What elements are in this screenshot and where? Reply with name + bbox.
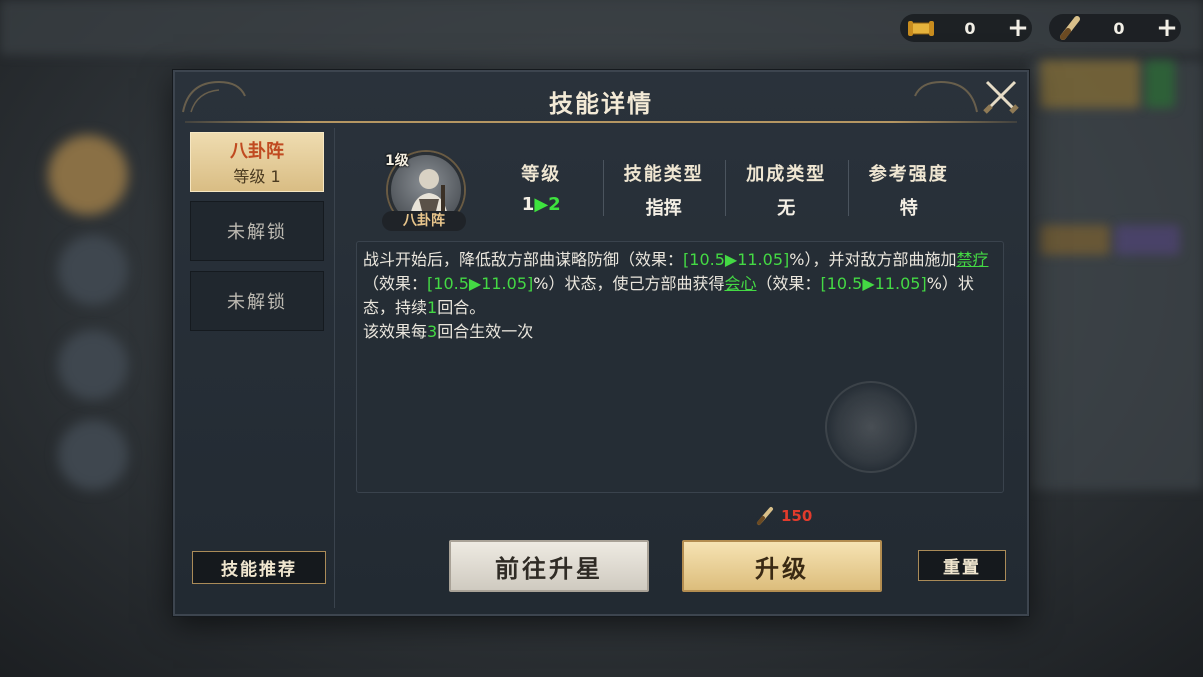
- stat-level: 等级 1▶2: [480, 160, 603, 218]
- desc-text: 战斗开始后，降低敌方部曲谋略防御（效果：: [363, 250, 684, 269]
- skill-detail-dialog: 技能详情 八卦阵 等级 1 未解锁 未解锁 技能推荐 1级 八卦阵 等级 1▶2…: [173, 70, 1029, 616]
- desc-text: 回合生效一次: [437, 322, 534, 341]
- background-highlight: [1115, 225, 1180, 255]
- stat-label: 参考强度: [868, 164, 949, 185]
- background-avatar: [58, 330, 128, 400]
- skill-tab-name: 未解锁: [227, 222, 287, 243]
- desc-value: [10.5▶11.05]: [820, 274, 927, 293]
- skill-tab-level: 等级 1: [233, 167, 281, 186]
- skill-tab-list: 八卦阵 等级 1 未解锁 未解锁: [185, 128, 335, 608]
- bagua-watermark-icon: [825, 381, 917, 473]
- stat-value: 无: [777, 198, 796, 219]
- level-arrow: ▶: [534, 194, 549, 215]
- close-icon: [983, 80, 1019, 114]
- stat-label: 加成类型: [746, 164, 827, 185]
- stat-reference-strength: 参考强度 特: [847, 160, 971, 219]
- stat-skill-type: 技能类型 指挥: [602, 160, 726, 219]
- skill-tab-name: 八卦阵: [230, 141, 284, 162]
- resource-brush: 0 +: [1049, 14, 1181, 42]
- close-button[interactable]: [981, 76, 1021, 116]
- upgrade-button[interactable]: 升级: [682, 540, 882, 592]
- background-avatar: [48, 135, 128, 215]
- go-star-up-button[interactable]: 前往升星: [449, 540, 649, 592]
- portrait-level: 1级: [385, 153, 409, 169]
- desc-text: （效果：: [756, 274, 821, 293]
- skill-tab-locked[interactable]: 未解锁: [190, 271, 324, 331]
- background-panel: [1030, 60, 1203, 490]
- desc-value: [10.5▶11.05]: [427, 274, 534, 293]
- skill-recommend-button[interactable]: 技能推荐: [192, 551, 326, 584]
- desc-keyword-link[interactable]: 禁疗: [956, 250, 988, 269]
- title-divider: [185, 121, 1017, 123]
- upgrade-cost: 150: [755, 506, 812, 526]
- add-brush-button[interactable]: +: [1153, 15, 1181, 41]
- desc-value: [10.5▶11.05]: [683, 250, 790, 269]
- stat-value: 指挥: [645, 198, 682, 219]
- skill-tab-bagua[interactable]: 八卦阵 等级 1: [190, 132, 324, 192]
- add-scroll-button[interactable]: +: [1004, 15, 1032, 41]
- stat-value: 1▶2: [480, 194, 603, 215]
- resource-brush-count: 0: [1113, 18, 1125, 38]
- scroll-icon: [906, 15, 936, 41]
- background-avatar: [58, 235, 128, 305]
- background-highlight: [1040, 60, 1140, 108]
- skill-tab-name: 未解锁: [227, 292, 287, 313]
- stat-label: 等级: [521, 164, 562, 185]
- portrait-name: 八卦阵: [382, 211, 466, 231]
- desc-keyword-link[interactable]: 会心: [724, 274, 756, 293]
- background-avatar: [58, 420, 128, 490]
- stat-label: 技能类型: [623, 164, 704, 185]
- skill-tab-locked[interactable]: 未解锁: [190, 201, 324, 261]
- desc-text: 回合。: [437, 298, 486, 317]
- desc-text: %），并对敌方部曲施加: [789, 250, 957, 269]
- description-paragraph: 战斗开始后，降低敌方部曲谋略防御（效果：[10.5▶11.05]%），并对敌方部…: [363, 248, 997, 320]
- resource-scroll: 0 +: [900, 14, 1032, 42]
- skill-description: 战斗开始后，降低敌方部曲谋略防御（效果：[10.5▶11.05]%），并对敌方部…: [356, 241, 1004, 493]
- reset-button[interactable]: 重置: [918, 550, 1006, 581]
- resource-scroll-count: 0: [964, 18, 976, 38]
- skill-stats: 等级 1▶2 技能类型 指挥 加成类型 无 参考强度 特: [480, 160, 971, 219]
- desc-value: 3: [427, 322, 438, 341]
- desc-value: 1: [427, 298, 438, 317]
- stat-value: 特: [899, 198, 918, 219]
- stat-bonus-type: 加成类型 无: [725, 160, 848, 219]
- brush-icon: [1055, 15, 1085, 41]
- brush-icon: [757, 507, 773, 525]
- level-to: 2: [548, 194, 561, 215]
- desc-text: 该效果每: [363, 322, 428, 341]
- desc-text: （效果：: [363, 274, 428, 293]
- upgrade-cost-amount: 150: [781, 507, 813, 525]
- desc-text: %）状态，使己方部曲获得: [533, 274, 725, 293]
- background-highlight: [1040, 225, 1110, 255]
- background-highlight: [1145, 60, 1175, 108]
- description-paragraph: 该效果每3回合生效一次: [363, 320, 997, 344]
- dialog-title: 技能详情: [549, 90, 653, 118]
- level-from: 1: [521, 194, 535, 215]
